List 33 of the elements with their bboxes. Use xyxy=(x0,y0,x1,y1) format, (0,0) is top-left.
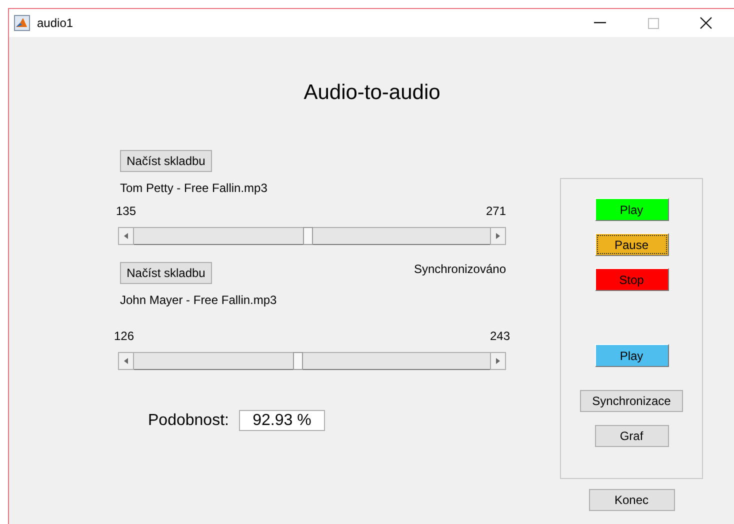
close-icon[interactable] xyxy=(700,17,712,29)
slider-left-button[interactable] xyxy=(118,352,134,370)
slider-thumb[interactable] xyxy=(303,227,314,245)
slider-min-label: 135 xyxy=(116,204,136,218)
slider-max-label: 271 xyxy=(486,204,506,218)
page-heading: Audio-to-audio xyxy=(302,80,442,106)
panel-button[interactable]: Play xyxy=(594,198,668,221)
panel-button[interactable]: Pause xyxy=(594,233,668,256)
file-name: Tom Petty - Free Fallin.mp3 xyxy=(120,181,268,195)
left-arrow-icon xyxy=(124,358,128,364)
slider-min-label: 126 xyxy=(114,329,134,343)
left-arrow-icon xyxy=(124,233,128,239)
right-arrow-icon xyxy=(496,358,500,364)
similarity-value: 92.93 % xyxy=(238,410,325,431)
similarity-label: Podobnost: xyxy=(148,412,229,430)
load-track-button[interactable]: Načíst skladbu xyxy=(120,150,212,172)
panel-button[interactable]: Play xyxy=(594,344,668,367)
file-name: John Mayer - Free Fallin.mp3 xyxy=(120,293,278,307)
slider-max-label: 243 xyxy=(490,329,510,343)
slider-left-button[interactable] xyxy=(118,227,134,245)
exit-button[interactable]: Konec xyxy=(588,489,674,511)
slider-right-button[interactable] xyxy=(490,227,506,245)
sync-status: Synchronizováno xyxy=(414,262,506,276)
right-arrow-icon xyxy=(496,233,500,239)
minimize-icon[interactable] xyxy=(594,22,606,24)
panel-button[interactable]: Synchronizace xyxy=(580,390,683,412)
slider-right-button[interactable] xyxy=(490,352,506,370)
slider-thumb[interactable] xyxy=(292,352,303,370)
panel-button[interactable]: Graf xyxy=(594,425,668,447)
app-icon xyxy=(14,15,30,31)
window-title: audio1 xyxy=(37,16,74,30)
load-track-button[interactable]: Načíst skladbu xyxy=(120,262,212,284)
panel-button[interactable]: Stop xyxy=(594,268,668,291)
